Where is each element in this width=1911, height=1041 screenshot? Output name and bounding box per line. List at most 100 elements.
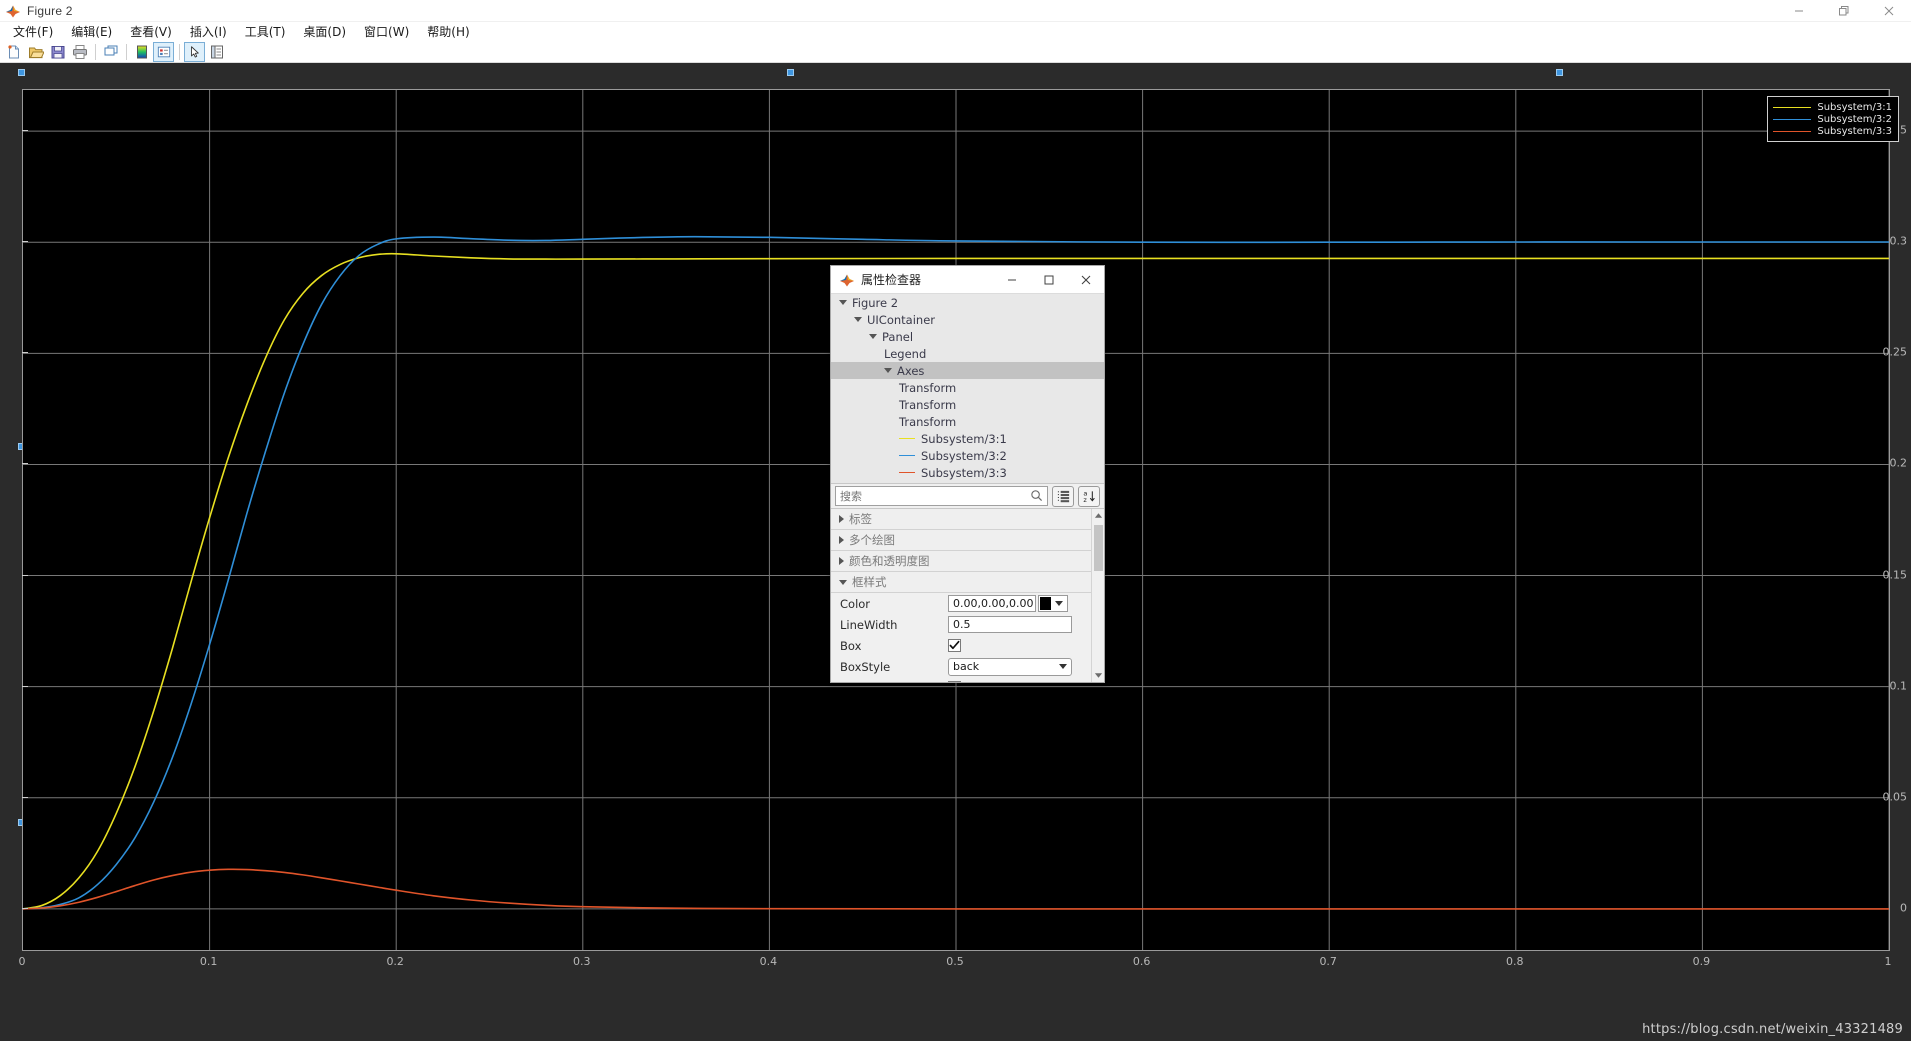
menu-item-file[interactable]: 文件(F)	[4, 21, 62, 42]
chevron-down-icon[interactable]	[1059, 664, 1067, 669]
inspector-minimize-button[interactable]	[993, 266, 1030, 293]
tree-line-swatch	[899, 438, 915, 439]
tree-node-panel[interactable]: Panel	[831, 328, 1104, 345]
legend-label: Subsystem/3:3	[1817, 125, 1892, 137]
property-checkbox-clipping[interactable]	[948, 681, 961, 682]
property-section-3[interactable]: 框样式	[831, 572, 1091, 593]
tree-node-legend[interactable]: Legend	[831, 345, 1104, 362]
y-tick-label: 0.1	[1889, 679, 1908, 693]
chevron-right-icon[interactable]	[839, 515, 844, 523]
open-file-icon[interactable]	[25, 42, 46, 62]
tree-node-subsystem-3-2[interactable]: Subsystem/3:2	[831, 447, 1104, 464]
y-tick-mark	[22, 685, 28, 687]
property-value-linewidth[interactable]: 0.5	[948, 616, 1072, 633]
tree-node-transform[interactable]: Transform	[831, 396, 1104, 413]
color-picker-color[interactable]	[1038, 595, 1068, 612]
tree-node-subsystem-3-3[interactable]: Subsystem/3:3	[831, 464, 1104, 481]
tree-node-figure-2[interactable]: Figure 2	[831, 294, 1104, 311]
minimize-button[interactable]	[1776, 0, 1821, 22]
tree-node-uicontainer[interactable]: UIContainer	[831, 311, 1104, 328]
plot-legend[interactable]: Subsystem/3:1 Subsystem/3:2 Subsystem/3:3	[1767, 96, 1899, 142]
property-row-boxstyle: BoxStyle back	[831, 656, 1091, 677]
new-figure-icon[interactable]	[3, 42, 24, 62]
menu-bar: 文件(F) 编辑(E) 查看(V) 插入(I) 工具(T) 桌面(D) 窗口(W) 帮助(H)	[0, 22, 1911, 41]
close-button[interactable]	[1866, 0, 1911, 22]
menu-item-tools[interactable]: 工具(T)	[236, 21, 295, 42]
window-titlebar: Figure 2	[0, 0, 1911, 22]
toolbar-separator	[126, 43, 127, 60]
x-tick-label: 0.9	[1692, 955, 1711, 968]
x-tick-label: 0.3	[573, 955, 591, 968]
tree-node-transform[interactable]: Transform	[831, 379, 1104, 396]
inspector-title: 属性检查器	[861, 273, 922, 287]
x-tick-label: 0.6	[1132, 955, 1151, 968]
axes-handle-top-left[interactable]	[18, 69, 25, 76]
property-name-boxstyle: BoxStyle	[840, 659, 891, 674]
legend-label: Subsystem/3:2	[1817, 113, 1892, 125]
legend-entry[interactable]: Subsystem/3:1	[1773, 101, 1892, 113]
property-row-linewidth: LineWidth 0.5	[831, 614, 1091, 635]
colorbar-icon[interactable]	[131, 42, 152, 62]
chevron-down-icon[interactable]	[884, 368, 892, 373]
object-hierarchy-tree[interactable]: Figure 2 UIContainer Panel Legend Axes Transf…	[831, 293, 1104, 483]
sort-alphabetically-button[interactable]: a z	[1078, 485, 1100, 507]
y-tick-label: 0.2	[1889, 456, 1908, 470]
scrollbar-thumb[interactable]	[1094, 525, 1103, 571]
chevron-right-icon[interactable]	[839, 536, 844, 544]
legend-entry[interactable]: Subsystem/3:2	[1773, 113, 1892, 125]
legend-entry[interactable]: Subsystem/3:3	[1773, 125, 1892, 137]
menu-item-help[interactable]: 帮助(H)	[418, 21, 478, 42]
property-inspector-icon[interactable]	[206, 42, 227, 62]
search-input[interactable]	[840, 489, 1030, 503]
maximize-restore-button[interactable]	[1821, 0, 1866, 22]
legend-label: Subsystem/3:1	[1817, 101, 1892, 113]
x-tick-label: 0.2	[386, 955, 404, 968]
menu-item-desktop[interactable]: 桌面(D)	[294, 21, 355, 42]
tree-node-subsystem-3-1[interactable]: Subsystem/3:1	[831, 430, 1104, 447]
property-checkbox-box[interactable]	[948, 639, 961, 652]
chevron-down-icon[interactable]	[854, 317, 862, 322]
axes-handle-top-center[interactable]	[787, 69, 794, 76]
menu-item-view[interactable]: 查看(V)	[121, 21, 181, 42]
tree-node-transform[interactable]: Transform	[831, 413, 1104, 430]
legend-icon[interactable]	[153, 41, 174, 62]
property-section-label: 框样式	[852, 575, 887, 589]
figure-window: Figure 2 文件(F) 编辑(E) 查看(V) 插入(I) 工具(T) 桌面(D) 窗…	[0, 0, 1911, 1041]
menu-item-window[interactable]: 窗口(W)	[355, 21, 418, 42]
chevron-down-icon[interactable]	[1055, 601, 1063, 606]
property-section-2[interactable]: 颜色和透明度图	[831, 551, 1091, 572]
axes-handle-top-right[interactable]	[1556, 69, 1563, 76]
y-tick-mark	[22, 907, 28, 909]
print-figure-icon[interactable]	[69, 42, 90, 62]
y-tick-label: 0	[1900, 901, 1907, 915]
property-section-1[interactable]: 多个绘图	[831, 530, 1091, 551]
property-select-boxstyle[interactable]: back	[948, 657, 1072, 676]
inspector-search-bar: a z	[831, 483, 1104, 509]
inspector-close-button[interactable]	[1067, 266, 1104, 293]
tree-node-axes[interactable]: Axes	[831, 362, 1104, 379]
search-icon	[1030, 487, 1043, 506]
scroll-up-arrow[interactable]	[1092, 509, 1104, 522]
scroll-down-arrow[interactable]	[1092, 669, 1104, 682]
property-value-color[interactable]: 0.00,0.00,0.00	[948, 595, 1036, 612]
menu-item-edit[interactable]: 编辑(E)	[62, 21, 121, 42]
chevron-down-icon[interactable]	[839, 300, 847, 305]
tree-node-label: Subsystem/3:2	[921, 448, 1007, 463]
inspector-maximize-button[interactable]	[1030, 266, 1067, 293]
menu-item-insert[interactable]: 插入(I)	[181, 21, 236, 42]
tree-node-label: Transform	[899, 380, 957, 395]
chevron-down-icon[interactable]	[839, 579, 847, 585]
y-tick-label: 0.25	[1882, 345, 1908, 359]
pointer-icon[interactable]	[184, 41, 205, 62]
chevron-down-icon[interactable]	[869, 334, 877, 339]
x-tick-label: 0.5	[946, 955, 964, 968]
link-plot-icon[interactable]	[100, 42, 121, 62]
search-input-wrapper[interactable]	[835, 486, 1048, 506]
group-by-category-button[interactable]	[1052, 485, 1074, 507]
chevron-right-icon[interactable]	[839, 557, 844, 565]
property-section-0[interactable]: 标签	[831, 509, 1091, 530]
property-list-scrollbar[interactable]	[1091, 509, 1104, 682]
toolbar-separator	[179, 43, 180, 60]
y-tick-mark	[22, 130, 28, 132]
save-figure-icon[interactable]	[47, 42, 68, 62]
